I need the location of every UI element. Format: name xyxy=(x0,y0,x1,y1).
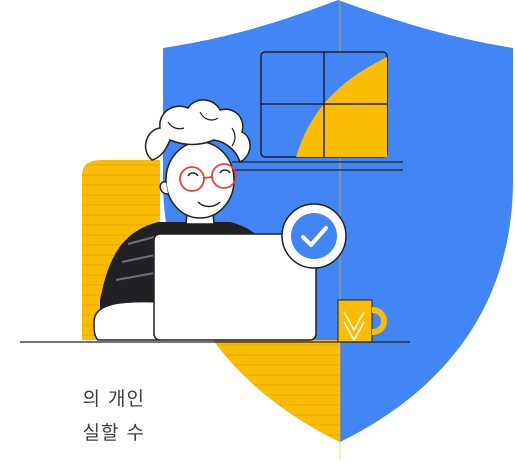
caption-line-1: 의 개인 xyxy=(82,388,145,410)
caption-text: 의 개인 실할 수 xyxy=(0,382,145,450)
caption-line-2: 실할 수 xyxy=(82,422,145,444)
check-icon xyxy=(281,203,347,269)
